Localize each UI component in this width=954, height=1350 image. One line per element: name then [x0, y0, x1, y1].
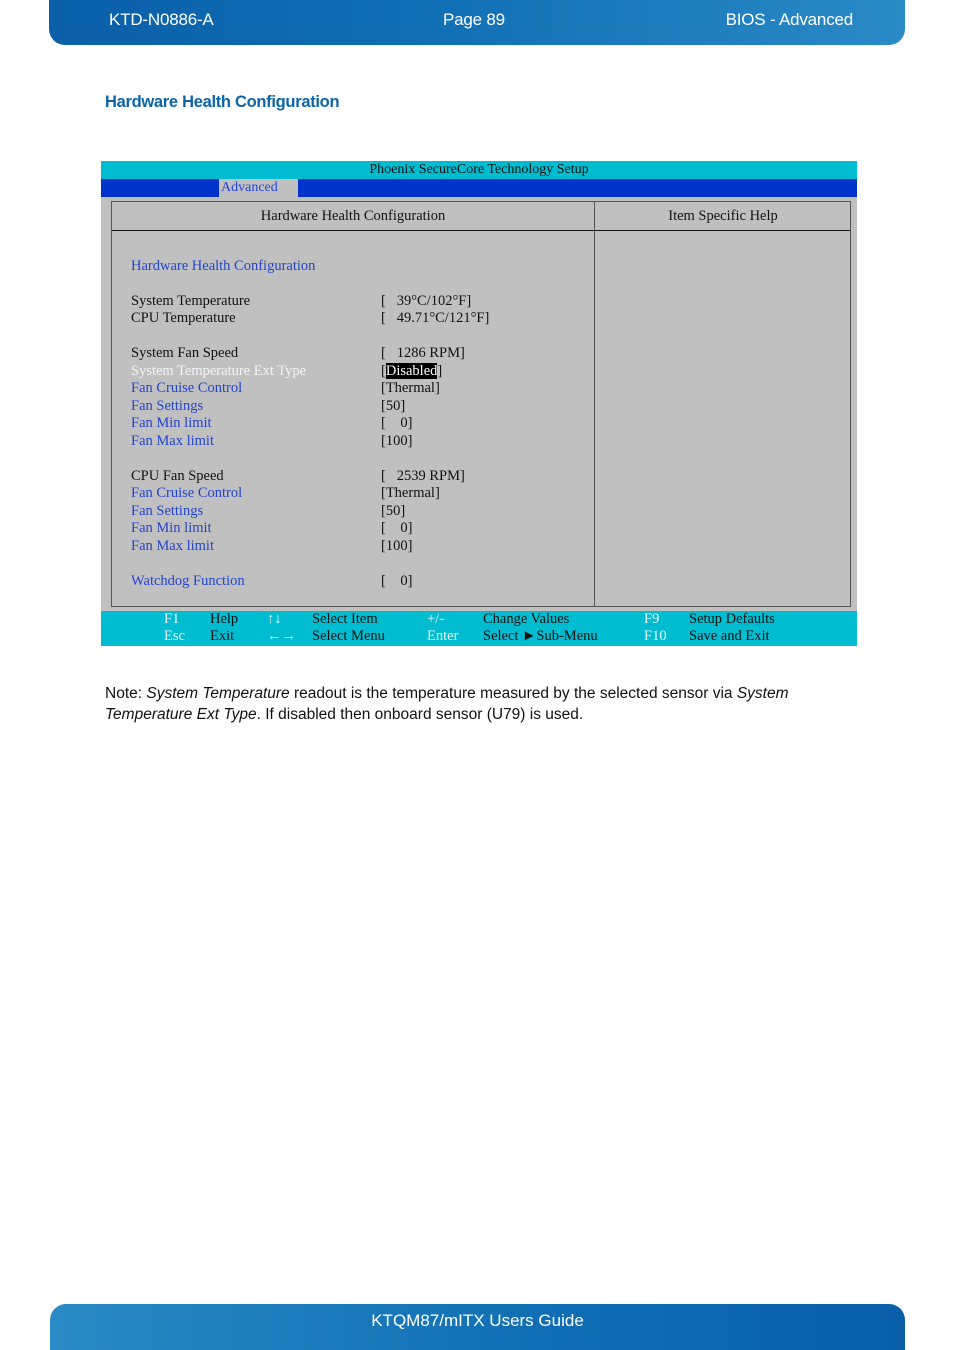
- key-f1: F1: [164, 611, 180, 627]
- row-value: [ 39°C/102°F]: [381, 293, 472, 309]
- key-f9: F9: [644, 611, 660, 627]
- row-value[interactable]: [50]: [381, 398, 405, 415]
- bios-menubar: Advanced: [101, 179, 857, 197]
- row-label: Fan Min limit: [131, 415, 212, 431]
- row-value[interactable]: [Thermal]: [381, 485, 440, 502]
- key-desc: Setup Defaults: [689, 611, 775, 627]
- row-value: [ 2539 RPM]: [381, 468, 465, 484]
- row-value: [ 49.71°C/121°F]: [381, 310, 490, 326]
- bios-row-selected[interactable]: System Temperature Ext Type [Disabled]: [131, 363, 442, 380]
- guide-title: KTQM87/mITX Users Guide: [371, 1311, 584, 1330]
- arrow-up-down-icon: ↑↓: [267, 611, 282, 627]
- bios-row[interactable]: Fan Cruise Control [Thermal]: [131, 485, 440, 502]
- page-number: Page 89: [443, 10, 505, 29]
- doc-id: KTD-N0886-A: [109, 10, 214, 29]
- key-desc: Select Item: [312, 611, 378, 627]
- bios-row[interactable]: Fan Max limit [100]: [131, 433, 412, 450]
- row-label: System Temperature Ext Type: [131, 363, 307, 379]
- key-desc: Select ►Sub-Menu: [483, 628, 598, 644]
- bios-screenshot: Phoenix SecureCore Technology Setup Adva…: [101, 161, 857, 646]
- row-value[interactable]: [100]: [381, 538, 412, 555]
- bios-row: CPU Fan Speed [ 2539 RPM]: [131, 468, 465, 485]
- key-f10: F10: [644, 628, 667, 644]
- bios-key-legend: F1 Help ↑↓ Select Item +/- Change Values…: [101, 611, 857, 646]
- section-title: Hardware Health Configuration: [105, 93, 340, 111]
- bios-row[interactable]: Fan Settings [50]: [131, 398, 405, 415]
- bios-row[interactable]: Fan Min limit [ 0]: [131, 415, 412, 432]
- bios-title: Phoenix SecureCore Technology Setup: [101, 161, 857, 179]
- bios-row[interactable]: Watchdog Function [ 0]: [131, 573, 412, 590]
- row-value[interactable]: [ 0]: [381, 415, 412, 432]
- note-emphasis: System Temperature: [146, 685, 290, 702]
- bios-row[interactable]: Fan Min limit [ 0]: [131, 520, 412, 537]
- row-value[interactable]: [ 0]: [381, 573, 412, 590]
- column-divider: [594, 202, 595, 606]
- tab-advanced[interactable]: Advanced: [219, 179, 298, 197]
- row-label: Hardware Health Configuration: [131, 258, 316, 274]
- main-column-header: Hardware Health Configuration: [260, 208, 446, 224]
- header-divider: [112, 230, 850, 231]
- key-desc: Select Menu: [312, 628, 385, 644]
- row-label: CPU Fan Speed: [131, 468, 224, 484]
- bios-row[interactable]: Fan Settings [50]: [131, 503, 405, 520]
- key-enter: Enter: [427, 628, 459, 644]
- row-value[interactable]: [50]: [381, 503, 405, 520]
- row-value: [ 1286 RPM]: [381, 345, 465, 361]
- key-desc: Change Values: [483, 611, 570, 627]
- bios-row[interactable]: Hardware Health Configuration: [131, 258, 315, 275]
- note-prefix: Note:: [105, 685, 147, 702]
- row-value[interactable]: [100]: [381, 433, 412, 450]
- row-label: System Temperature: [131, 293, 251, 309]
- bios-row: System Fan Speed [ 1286 RPM]: [131, 345, 465, 362]
- selected-value[interactable]: Disabled: [385, 363, 438, 379]
- key-esc: Esc: [164, 628, 185, 644]
- row-label: Fan Cruise Control: [131, 380, 243, 396]
- page-footer: KTQM87/mITX Users Guide: [50, 1304, 905, 1350]
- row-label: Fan Max limit: [131, 433, 214, 449]
- row-value[interactable]: [ 0]: [381, 520, 412, 537]
- bios-row: CPU Temperature [ 49.71°C/121°F]: [131, 310, 489, 327]
- section-name: BIOS - Advanced: [725, 10, 854, 29]
- row-label: Watchdog Function: [131, 573, 245, 589]
- row-label: Fan Max limit: [131, 538, 214, 554]
- bios-row[interactable]: Fan Max limit [100]: [131, 538, 412, 555]
- row-label: Fan Settings: [131, 398, 204, 414]
- row-label: Fan Settings: [131, 503, 204, 519]
- row-label: Fan Min limit: [131, 520, 212, 536]
- note-text: readout is the temperature measured by t…: [289, 685, 737, 702]
- bios-row[interactable]: Fan Cruise Control [Thermal]: [131, 380, 440, 397]
- page-header: KTD-N0886-A Page 89 BIOS - Advanced: [49, 0, 905, 45]
- row-value[interactable]: [Disabled]: [381, 363, 442, 380]
- row-label: System Fan Speed: [131, 345, 239, 361]
- help-column-header: Item Specific Help: [668, 208, 778, 224]
- row-label: CPU Temperature: [131, 310, 236, 326]
- bios-row: System Temperature [ 39°C/102°F]: [131, 293, 471, 310]
- key-desc: Save and Exit: [689, 628, 770, 644]
- key-plus-minus: +/-: [427, 611, 445, 627]
- note-text: . If disabled then onboard sensor (U79) …: [256, 706, 584, 723]
- arrow-left-right-icon: ←→: [267, 628, 296, 644]
- row-label: Fan Cruise Control: [131, 485, 243, 501]
- bios-panel: Hardware Health Configuration Item Speci…: [111, 201, 851, 607]
- note-paragraph: Note: System Temperature readout is the …: [105, 683, 825, 725]
- key-desc: Help: [210, 611, 239, 627]
- row-value[interactable]: [Thermal]: [381, 380, 440, 397]
- key-desc: Exit: [210, 628, 235, 644]
